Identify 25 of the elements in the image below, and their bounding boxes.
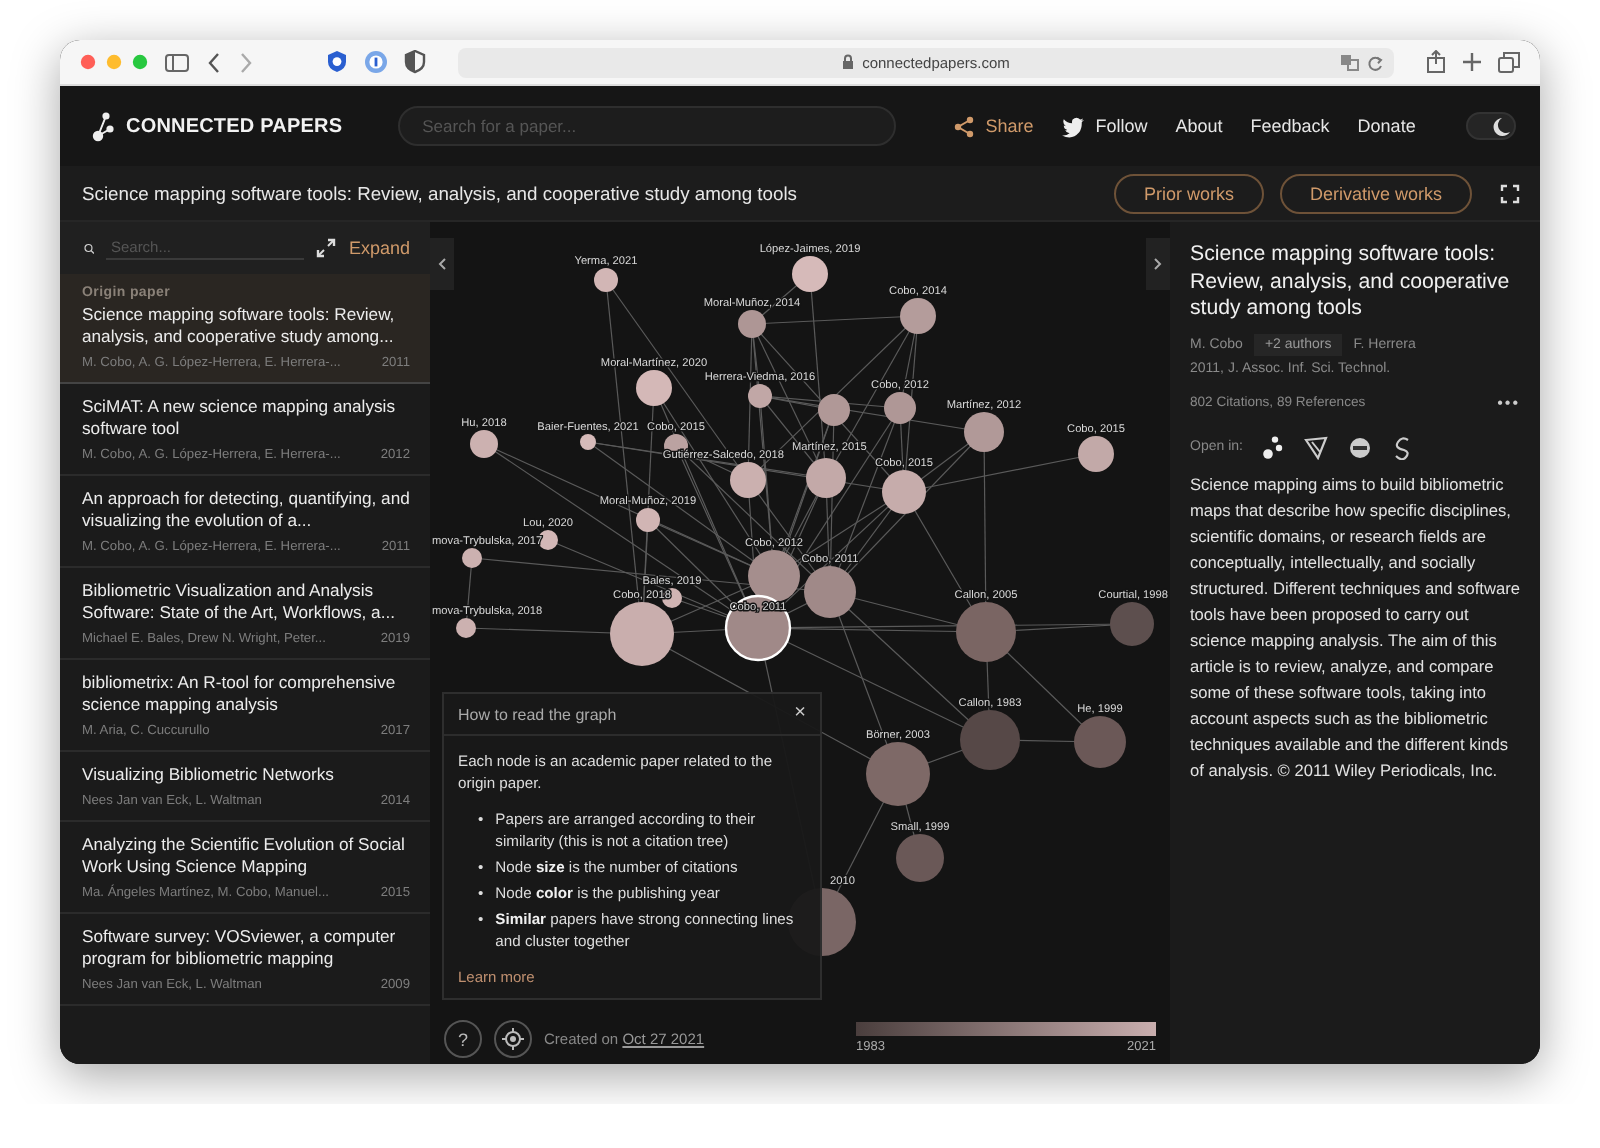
graph-mode-button[interactable]: Derivative works <box>1279 173 1472 213</box>
paper-title: Software survey: VOSviewer, a computer program for bibliometric mapping <box>82 926 398 970</box>
search-field[interactable]: Search for a paper... <box>398 106 896 146</box>
paper-title: Bibliometric Visualization and Analysis Software: State of the Art, Workflows, a... <box>82 580 398 624</box>
paper-title: Analyzing the Scientific Evolution of Social Work Using Science Mapping <box>82 834 407 878</box>
graph-mode-button[interactable]: Prior works <box>1113 173 1264 213</box>
logo-text[interactable]: CONNECTED PAPERS <box>126 115 343 137</box>
share-button[interactable]: Share <box>939 107 1048 145</box>
help-button[interactable]: ? <box>444 1020 482 1058</box>
help-title: How to read the graph <box>458 705 617 723</box>
paper-title: Visualizing Bibliometric Networks <box>82 764 336 786</box>
paper-title: Science mapping software tools: Review, analysis, and cooperative study among tools <box>1190 242 1512 323</box>
nav-link[interactable]: Follow <box>1047 107 1162 145</box>
close-button[interactable]: × <box>794 704 806 724</box>
graph-title: Science mapping software tools: Review, analysis, and cooperative study among tools <box>82 182 799 204</box>
nav-link[interactable]: Donate <box>1343 108 1430 144</box>
nav-link[interactable]: Feedback <box>1236 108 1344 144</box>
expand-button[interactable]: Expand <box>316 238 410 258</box>
paper-title: bibliometrix: An R-tool for comprehensive science mapping analysis <box>82 672 398 716</box>
paper-title: An approach for detecting, quantifying, and visualizing the evolution of a... <box>82 488 410 532</box>
abstract-text: Science mapping aims to build bibliometric maps that describe how specific disciplines, scientific domains, or research fields are conceptually, intellectually, and socially structured. Different techniques and software tools have been proposed to carry out science mapping analysis. The aim of this article is to review, analyze, and compare some of these software tools, taking into account aspects such as the bibliometric techniques available and the different kinds of analysis. © 2011 Wiley Periodicals, Inc. <box>1190 471 1520 783</box>
more-options-button[interactable]: ••• <box>1497 393 1520 411</box>
nav-link[interactable]: About <box>1161 108 1237 144</box>
paper-title: SciMAT: A new science mapping analysis software tool <box>82 396 398 440</box>
paper-title: Science mapping software tools: Review, analysis, and cooperative study among... <box>82 304 397 348</box>
